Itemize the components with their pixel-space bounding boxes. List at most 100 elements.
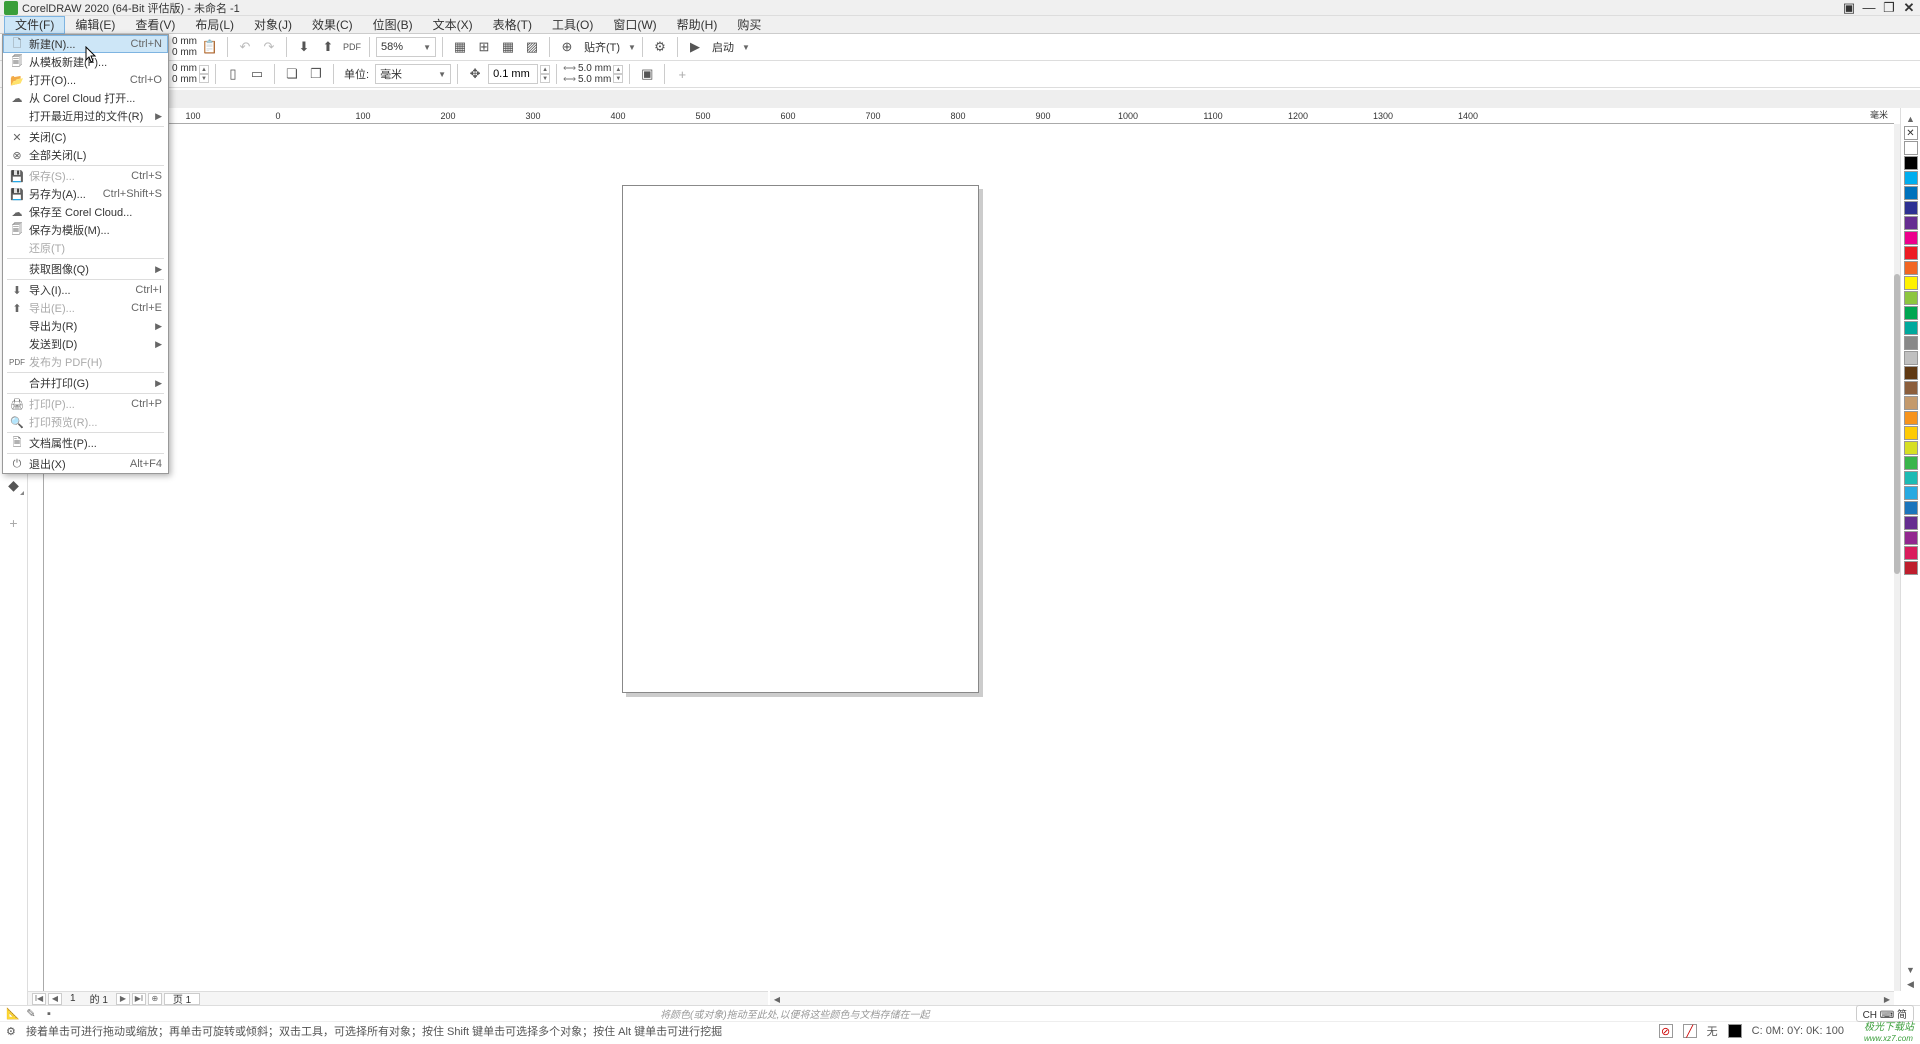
menu-open[interactable]: 📂 打开(O)... Ctrl+O	[3, 71, 168, 89]
menu-recent[interactable]: 打开最近用过的文件(R) ▶	[3, 107, 168, 125]
menu-new-template[interactable]: 🗐 从模板新建(F)...	[3, 53, 168, 71]
page-tab[interactable]: 页 1	[164, 993, 200, 1005]
menu-tools[interactable]: 工具(O)	[542, 16, 603, 34]
color-swatch[interactable]	[1904, 351, 1918, 365]
vertical-scrollbar[interactable]	[1894, 124, 1900, 991]
menu-file[interactable]: 文件(F)	[4, 16, 65, 34]
color-swatch[interactable]	[1904, 321, 1918, 335]
scroll-right-icon[interactable]: ▶	[1880, 992, 1894, 1006]
color-swatch[interactable]	[1904, 426, 1918, 440]
menu-doc-properties[interactable]: 🗎 文档属性(P)...	[3, 434, 168, 452]
portrait-button[interactable]: ▯	[222, 63, 244, 85]
add-tool[interactable]: +	[3, 512, 25, 534]
outline-swatch[interactable]: ╱	[1683, 1024, 1697, 1038]
horizontal-scrollbar[interactable]: ◀ ▶	[770, 991, 1894, 1005]
color-swatch[interactable]	[1904, 336, 1918, 350]
color-swatch[interactable]	[1904, 471, 1918, 485]
document-page[interactable]	[622, 185, 979, 693]
color-swatch[interactable]	[1904, 516, 1918, 530]
menu-open-cloud[interactable]: ☁ 从 Corel Cloud 打开...	[3, 89, 168, 107]
color-swatch[interactable]	[1904, 441, 1918, 455]
menu-bitmap[interactable]: 位图(B)	[363, 16, 423, 34]
scrollbar-thumb[interactable]	[1894, 274, 1900, 574]
color-swatch[interactable]	[1904, 291, 1918, 305]
menu-save-as[interactable]: 💾 另存为(A)... Ctrl+Shift+S	[3, 185, 168, 203]
snap-grid-button[interactable]: ▨	[521, 36, 543, 58]
spin[interactable]: ▲▼	[199, 65, 209, 83]
color-swatch[interactable]	[1904, 261, 1918, 275]
color-swatch[interactable]	[1904, 186, 1918, 200]
menu-edit[interactable]: 编辑(E)	[65, 16, 125, 34]
pdf-button[interactable]: PDF	[341, 36, 363, 58]
fill-tool[interactable]: ◆	[3, 474, 25, 496]
redo-button[interactable]: ↷	[258, 36, 280, 58]
color-swatch[interactable]	[1904, 276, 1918, 290]
launch-label[interactable]: 启动	[712, 39, 734, 55]
menu-close-all[interactable]: ⊗ 全部关闭(L)	[3, 146, 168, 164]
color-swatch[interactable]	[1904, 546, 1918, 560]
snap-icon[interactable]: ⊕	[556, 36, 578, 58]
add-page-button[interactable]: ⊕	[148, 993, 162, 1005]
no-color-swatch[interactable]	[1904, 126, 1918, 140]
horizontal-ruler[interactable]: 毫米 2001000100200300400500600700800900100…	[28, 108, 1894, 124]
prev-page-button[interactable]: ◀	[48, 993, 62, 1005]
menu-layout[interactable]: 布局(L)	[185, 16, 244, 34]
current-page-button[interactable]: ❐	[305, 63, 327, 85]
menu-text[interactable]: 文本(X)	[423, 16, 483, 34]
copy-button[interactable]: 📋	[199, 36, 221, 58]
landscape-button[interactable]: ▭	[246, 63, 268, 85]
dup-offset[interactable]: ⟷5.0 mm ⟷5.0 mm	[563, 63, 611, 85]
color-swatch[interactable]	[1904, 156, 1918, 170]
spin[interactable]: ▲▼	[540, 65, 550, 83]
color-swatch[interactable]	[1904, 366, 1918, 380]
export-button[interactable]: ⬆	[317, 36, 339, 58]
color-swatch[interactable]	[1904, 201, 1918, 215]
options-button[interactable]: ⚙	[649, 36, 671, 58]
menu-send-to[interactable]: 发送到(D) ▶	[3, 335, 168, 353]
canvas[interactable]	[44, 124, 1894, 991]
menu-close[interactable]: ✕ 关闭(C)	[3, 128, 168, 146]
minimize-button[interactable]: —	[1862, 1, 1876, 15]
color-swatch[interactable]	[1904, 501, 1918, 515]
all-pages-button[interactable]: ❏	[281, 63, 303, 85]
fullscreen-button[interactable]: ▦	[449, 36, 471, 58]
menu-print-preview[interactable]: 🔍 打印预览(R)...	[3, 413, 168, 431]
zoom-combo[interactable]: 58%▼	[376, 37, 436, 57]
undo-button[interactable]: ↶	[234, 36, 256, 58]
first-page-button[interactable]: I◀	[32, 993, 46, 1005]
nudge-input[interactable]	[488, 64, 538, 84]
spin[interactable]: ▲▼	[613, 65, 623, 83]
color-swatch[interactable]	[1904, 531, 1918, 545]
help-icon[interactable]: ▣	[1842, 1, 1856, 15]
menu-window[interactable]: 窗口(W)	[603, 16, 666, 34]
menu-export[interactable]: ⬆ 导出(E)... Ctrl+E	[3, 299, 168, 317]
settings-icon[interactable]: ⚙	[6, 1025, 20, 1038]
menu-merge-print[interactable]: 合并打印(G) ▶	[3, 374, 168, 392]
menu-save-cloud[interactable]: ☁ 保存至 Corel Cloud...	[3, 203, 168, 221]
color-swatch[interactable]	[1904, 231, 1918, 245]
color-swatch[interactable]	[1904, 396, 1918, 410]
menu-view[interactable]: 查看(V)	[125, 16, 185, 34]
treat-as-filled-button[interactable]: ▣	[636, 63, 658, 85]
color-swatch[interactable]	[1904, 141, 1918, 155]
color-swatch[interactable]	[1904, 486, 1918, 500]
last-page-button[interactable]: ▶I	[132, 993, 146, 1005]
color-swatch[interactable]	[1904, 246, 1918, 260]
color-swatch[interactable]	[1904, 561, 1918, 575]
color-swatch[interactable]	[1904, 381, 1918, 395]
menu-exit[interactable]: ⏻ 退出(X) Alt+F4	[3, 455, 168, 473]
palette-up-icon[interactable]: ▲	[1906, 112, 1915, 126]
menu-new[interactable]: 🗋 新建(N)... Ctrl+N	[3, 35, 168, 53]
color-swatch[interactable]	[1904, 456, 1918, 470]
launch-icon[interactable]: ▶	[684, 36, 706, 58]
menu-buy[interactable]: 购买	[727, 16, 771, 34]
maximize-button[interactable]: ❐	[1882, 1, 1896, 15]
menu-effects[interactable]: 效果(C)	[302, 16, 363, 34]
color-swatch[interactable]	[1904, 216, 1918, 230]
fill-swatch[interactable]: ⊘	[1659, 1024, 1673, 1038]
color-swatch[interactable]	[1904, 306, 1918, 320]
menu-export-for[interactable]: 导出为(R) ▶	[3, 317, 168, 335]
menu-save-template[interactable]: 🗐 保存为模版(M)...	[3, 221, 168, 239]
menu-help[interactable]: 帮助(H)	[667, 16, 728, 34]
menu-print[interactable]: 🖨 打印(P)... Ctrl+P	[3, 395, 168, 413]
